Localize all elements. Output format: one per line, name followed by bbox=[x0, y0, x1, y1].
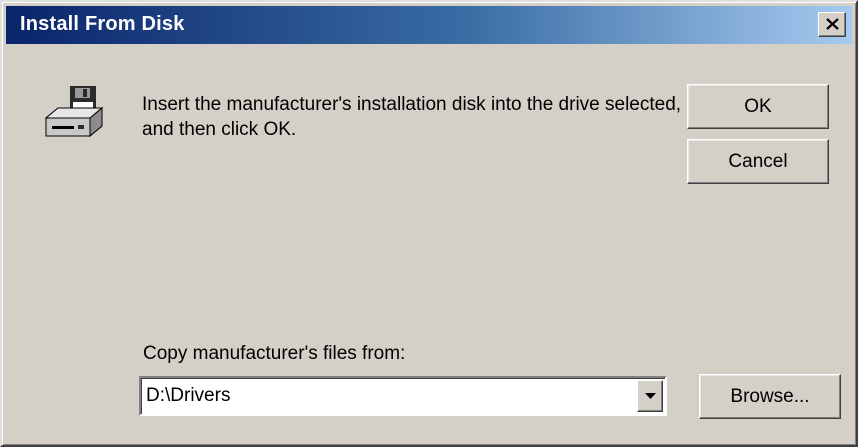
close-icon bbox=[826, 18, 839, 30]
dialog-title: Install From Disk bbox=[20, 13, 185, 35]
close-button[interactable] bbox=[818, 12, 846, 37]
ok-button[interactable]: OK bbox=[687, 84, 829, 129]
copy-from-label: Copy manufacturer's files from: bbox=[143, 343, 406, 364]
dropdown-button[interactable] bbox=[637, 380, 663, 412]
copy-from-value[interactable]: D:\Drivers bbox=[146, 385, 230, 407]
chevron-down-icon bbox=[645, 393, 656, 399]
browse-button[interactable]: Browse... bbox=[699, 374, 841, 419]
title-bar[interactable]: Install From Disk bbox=[6, 6, 852, 44]
floppy-drive-icon bbox=[40, 84, 106, 151]
install-from-disk-dialog: Install From Disk Insert the manufacture… bbox=[0, 0, 858, 447]
copy-from-combobox[interactable]: D:\Drivers bbox=[139, 376, 667, 416]
instruction-text: Insert the manufacturer's installation d… bbox=[142, 94, 682, 140]
cancel-button[interactable]: Cancel bbox=[687, 139, 829, 184]
